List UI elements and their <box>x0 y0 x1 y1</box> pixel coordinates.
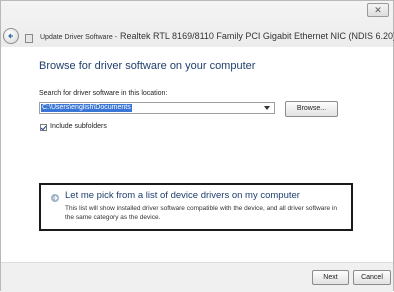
arrow-right-icon <box>51 194 59 202</box>
title-bar: ✕ Update Driver Software - Realtek RTL 81… <box>1 1 394 47</box>
include-subfolders-label[interactable]: Include subfolders <box>50 123 107 130</box>
pick-option-title[interactable]: Let me pick from a list of device driver… <box>65 190 300 201</box>
pick-from-list-option[interactable]: Let me pick from a list of device driver… <box>39 183 353 231</box>
search-location-label: Search for driver software in this locat… <box>39 90 168 97</box>
chevron-down-icon[interactable] <box>264 106 270 110</box>
driver-app-icon <box>25 34 33 43</box>
button-bar: Next Cancel <box>1 262 393 292</box>
page-title: Browse for driver software on your compu… <box>39 60 256 72</box>
next-button[interactable]: Next <box>312 270 349 285</box>
include-subfolders-checkbox[interactable] <box>40 124 47 131</box>
cancel-button[interactable]: Cancel <box>353 270 391 285</box>
app-title: Update Driver Software - <box>40 34 118 41</box>
search-location-value: C:\Users\english\Documents <box>41 104 132 112</box>
close-button[interactable]: ✕ <box>367 3 389 17</box>
pick-option-description: This list will show installed driver sof… <box>65 205 338 221</box>
update-driver-window: ✕ Update Driver Software - Realtek RTL 81… <box>0 0 394 292</box>
browse-button[interactable]: Browse... <box>285 101 338 117</box>
device-title: Realtek RTL 8169/8110 Family PCI Gigabit… <box>120 31 394 41</box>
main-content: Browse for driver software on your compu… <box>1 47 393 262</box>
window-title: Update Driver Software - Realtek RTL 8169… <box>40 31 394 41</box>
search-location-combobox[interactable]: C:\Users\english\Documents <box>39 102 275 114</box>
back-button[interactable] <box>3 28 19 44</box>
back-arrow-icon <box>8 33 13 39</box>
